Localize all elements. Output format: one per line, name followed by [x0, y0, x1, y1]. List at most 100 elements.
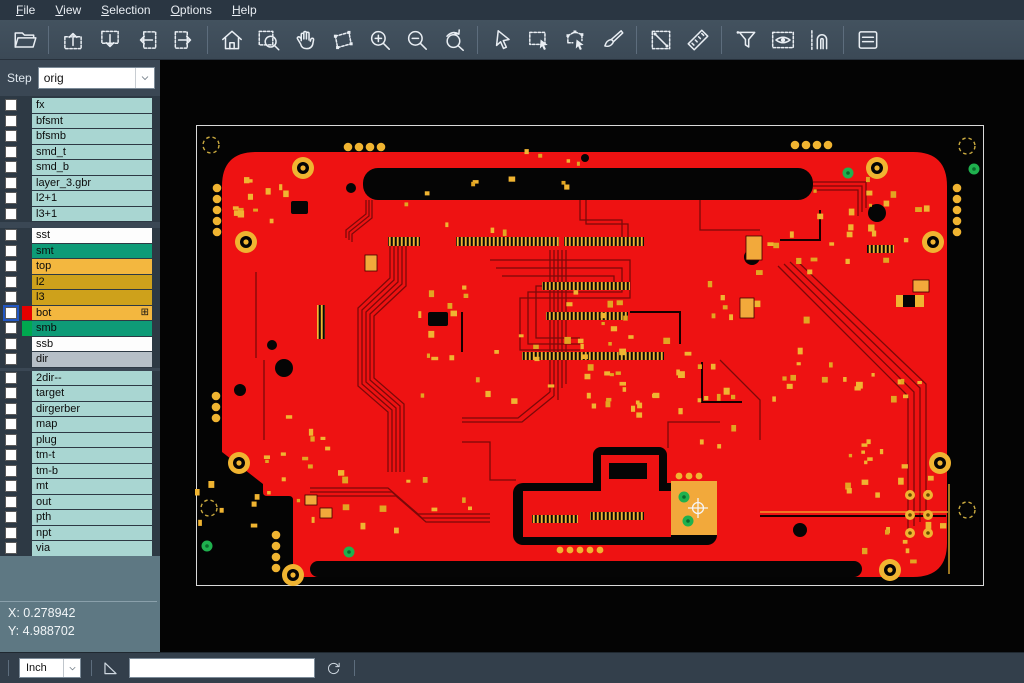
layer-row-l3[interactable]: l3 [0, 290, 160, 305]
layer-checkbox[interactable] [5, 177, 17, 189]
zoom-out-button[interactable] [398, 23, 435, 57]
layer-checkbox-col [0, 495, 22, 510]
layer-checkbox[interactable] [5, 291, 17, 303]
highlight-brush-button[interactable] [594, 23, 631, 57]
unit-dropdown[interactable]: Inch [19, 658, 81, 678]
layer-checkbox[interactable] [5, 542, 17, 554]
layer-checkbox[interactable] [5, 372, 17, 384]
layer-row-map[interactable]: map [0, 417, 160, 432]
step-dropdown[interactable]: orig [38, 67, 155, 89]
layer-checkbox-col [0, 114, 22, 129]
layer-checkbox[interactable] [5, 322, 17, 334]
layer-row-tm-t[interactable]: tm-t [0, 448, 160, 463]
layer-checkbox[interactable] [5, 192, 17, 204]
layer-checkbox[interactable] [5, 260, 17, 272]
layer-row-plug[interactable]: plug [0, 433, 160, 448]
shift-down-button[interactable] [91, 23, 128, 57]
select-polygon-button[interactable] [557, 23, 594, 57]
layer-row-out[interactable]: out [0, 495, 160, 510]
layer-row-ssb[interactable]: ssb [0, 337, 160, 352]
select-pointer-button[interactable] [483, 23, 520, 57]
layer-name: plug [36, 433, 152, 448]
zoom-home-button[interactable] [213, 23, 250, 57]
shift-right-button[interactable] [165, 23, 202, 57]
layer-row-smd-b[interactable]: smd_b [0, 160, 160, 175]
layer-checkbox[interactable] [5, 527, 17, 539]
layer-row-bfsmb[interactable]: bfsmb [0, 129, 160, 144]
layer-row-top[interactable]: top [0, 259, 160, 274]
layer-checkbox[interactable] [5, 146, 17, 158]
zoom-object-button[interactable] [324, 23, 361, 57]
zoom-previous-button[interactable] [435, 23, 472, 57]
shift-up-button[interactable] [54, 23, 91, 57]
select-rect-icon [526, 27, 552, 53]
layer-row-smd-t[interactable]: smd_t [0, 145, 160, 160]
layer-name: via [36, 541, 152, 556]
pan-button[interactable] [287, 23, 324, 57]
layer-row-smb[interactable]: smb [0, 321, 160, 336]
layer-row-l2[interactable]: l2 [0, 275, 160, 290]
layer-checkbox[interactable] [5, 511, 17, 523]
layer-checkbox[interactable] [5, 161, 17, 173]
layer-table-button[interactable] [849, 23, 886, 57]
menu-item-help[interactable]: Help [222, 0, 267, 20]
view-options-button[interactable] [764, 23, 801, 57]
layer-checkbox[interactable] [5, 338, 17, 350]
layer-checkbox[interactable] [5, 276, 17, 288]
layer-checkbox[interactable] [5, 480, 17, 492]
layer-checkbox-col [0, 321, 22, 336]
measure-ruler-button[interactable] [679, 23, 716, 57]
layer-row-smt[interactable]: smt [0, 244, 160, 259]
layer-color-swatch [22, 114, 32, 129]
layer-checkbox[interactable] [5, 130, 17, 142]
shift-left-button[interactable] [128, 23, 165, 57]
layer-checkbox[interactable] [5, 403, 17, 415]
menu-item-file[interactable]: File [6, 0, 45, 20]
layer-row-bot[interactable]: bot⊞ [0, 306, 160, 321]
layer-row-fx[interactable]: fx [0, 98, 160, 113]
layer-row-dir[interactable]: dir [0, 352, 160, 367]
command-input[interactable] [129, 658, 315, 678]
layer-row-layer-3-gbr[interactable]: layer_3.gbr [0, 176, 160, 191]
filter-button[interactable] [727, 23, 764, 57]
layer-checkbox[interactable] [5, 434, 17, 446]
layer-row-dirgerber[interactable]: dirgerber [0, 402, 160, 417]
layer-row-npt[interactable]: npt [0, 526, 160, 541]
layer-row-2dir-[interactable]: 2dir-- [0, 371, 160, 386]
layer-checkbox[interactable] [5, 307, 17, 319]
layer-row-bfsmt[interactable]: bfsmt [0, 114, 160, 129]
layer-checkbox[interactable] [5, 449, 17, 461]
menu-item-view[interactable]: View [45, 0, 91, 20]
select-rect-button[interactable] [520, 23, 557, 57]
menu-item-options[interactable]: Options [161, 0, 222, 20]
layer-checkbox[interactable] [5, 245, 17, 257]
layer-checkbox[interactable] [5, 208, 17, 220]
layer-row-via[interactable]: via [0, 541, 160, 556]
layer-checkbox[interactable] [5, 496, 17, 508]
layer-name-cell: layer_3.gbr [32, 176, 152, 191]
refresh-icon[interactable] [325, 660, 342, 677]
menu-item-selection[interactable]: Selection [91, 0, 160, 20]
open-file-button[interactable] [6, 23, 43, 57]
layer-checkbox[interactable] [5, 387, 17, 399]
layer-row-tm-b[interactable]: tm-b [0, 464, 160, 479]
layer-checkbox[interactable] [5, 115, 17, 127]
layer-checkbox[interactable] [5, 99, 17, 111]
pcb-canvas[interactable] [160, 60, 1024, 652]
angle-measure-icon[interactable] [102, 660, 119, 677]
layer-checkbox[interactable] [5, 418, 17, 430]
layer-checkbox-col [0, 145, 22, 160]
layer-checkbox[interactable] [5, 353, 17, 365]
layer-checkbox[interactable] [5, 465, 17, 477]
layer-row-sst[interactable]: sst [0, 228, 160, 243]
layer-row-l3-1[interactable]: l3+1 [0, 207, 160, 222]
layer-row-pth[interactable]: pth [0, 510, 160, 525]
measure-distance-button[interactable] [642, 23, 679, 57]
layer-row-mt[interactable]: mt [0, 479, 160, 494]
zoom-in-button[interactable] [361, 23, 398, 57]
zoom-window-button[interactable] [250, 23, 287, 57]
layer-row-target[interactable]: target [0, 386, 160, 401]
layer-row-l2-1[interactable]: l2+1 [0, 191, 160, 206]
snap-button[interactable] [801, 23, 838, 57]
layer-checkbox[interactable] [5, 229, 17, 241]
